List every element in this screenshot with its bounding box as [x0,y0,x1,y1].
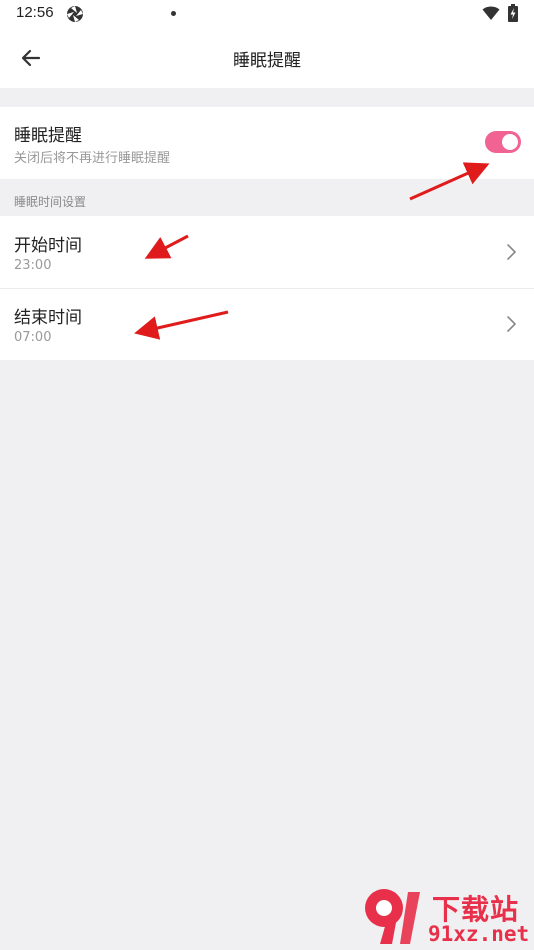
status-bar: 12:56 [0,0,534,28]
notification-dot-icon [171,11,176,16]
wifi-icon [482,6,500,20]
chevron-right-icon [507,316,516,332]
section-label: 睡眠时间设置 [14,195,87,209]
aperture-icon [67,6,83,22]
sleep-reminder-row[interactable]: 睡眠提醒 关闭后将不再进行睡眠提醒 [0,107,534,179]
sleep-reminder-toggle[interactable] [485,131,521,153]
start-time-title: 开始时间 [14,236,82,256]
chevron-right-icon [507,244,516,260]
battery-charging-icon [508,4,518,22]
end-time-title: 结束时间 [14,308,82,328]
end-time-value: 07:00 [14,330,52,345]
watermark: 下载站 91xz.net [362,886,534,948]
site-logo-icon [365,889,420,944]
sleep-reminder-title: 睡眠提醒 [14,126,82,146]
status-time: 12:56 [16,4,54,21]
app-bar: 睡眠提醒 [0,28,534,88]
end-time-row[interactable]: 结束时间 07:00 [0,289,534,360]
start-time-value: 23:00 [14,258,52,273]
start-time-row[interactable]: 开始时间 23:00 [0,216,534,288]
toggle-knob [502,134,518,150]
sleep-reminder-subtitle: 关闭后将不再进行睡眠提醒 [14,151,171,166]
page-title: 睡眠提醒 [233,51,301,71]
watermark-url: 91xz.net [428,922,530,946]
